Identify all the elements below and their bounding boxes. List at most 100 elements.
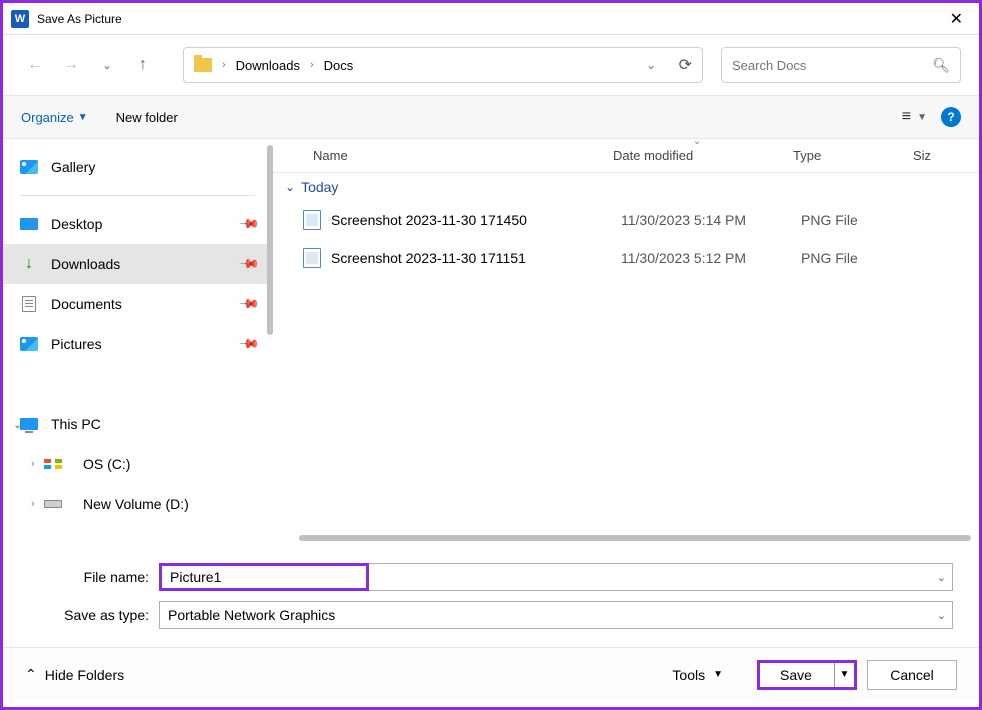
drive-icon (44, 500, 62, 508)
organize-button[interactable]: Organize ▼ (21, 110, 88, 125)
back-button[interactable]: ← (21, 51, 49, 79)
file-icon (303, 210, 321, 230)
help-button[interactable]: ? (941, 107, 961, 127)
file-name-label: File name: (29, 569, 159, 585)
cancel-label: Cancel (890, 667, 934, 683)
chevron-up-icon: ⌃ (25, 666, 37, 683)
save-button[interactable]: Save ▼ (757, 660, 857, 690)
window-title: Save As Picture (37, 12, 942, 26)
hide-folders-button[interactable]: ⌃ Hide Folders (25, 666, 124, 683)
pin-icon: 📌 (238, 333, 261, 356)
column-name[interactable]: Name (313, 148, 613, 163)
group-label: Today (301, 179, 338, 195)
chevron-down-icon: ▼ (78, 112, 88, 123)
sidebar-item-label: OS (C:) (83, 456, 130, 472)
pin-icon: 📌 (238, 293, 261, 316)
close-button[interactable]: ✕ (942, 9, 971, 29)
file-name-value: Picture1 (170, 569, 221, 585)
expand-icon[interactable]: › (31, 498, 35, 510)
sidebar-item-documents[interactable]: Documents 📌 (3, 284, 273, 324)
column-type[interactable]: Type (793, 148, 913, 163)
refresh-button[interactable]: ⟳ (679, 55, 692, 75)
search-box[interactable]: 🔍︎ (721, 47, 961, 83)
save-as-type-label: Save as type: (29, 607, 159, 623)
file-name-input-extend[interactable]: ⌄ (369, 563, 953, 591)
breadcrumb-separator: › (222, 59, 226, 71)
sidebar-item-label: New Volume (D:) (83, 496, 189, 512)
navigation-bar: ← → ⌄ ↑ › Downloads › Docs ⌄ ⟳ 🔍︎ (3, 35, 979, 95)
form-area: File name: Picture1 ⌄ Save as type: Port… (3, 549, 979, 647)
sidebar-separator (21, 195, 255, 196)
view-mode-button[interactable]: ≡ ▼ (902, 108, 927, 126)
save-split-dropdown[interactable]: ▼ (834, 663, 854, 687)
sidebar-item-label: Gallery (51, 159, 95, 175)
collapse-icon: ⌄ (285, 180, 295, 194)
toolbar: Organize ▼ New folder ≡ ▼ ? (3, 95, 979, 139)
file-date: 11/30/2023 5:14 PM (621, 212, 801, 228)
titlebar: W Save As Picture ✕ (3, 3, 979, 35)
sidebar-item-drive-d[interactable]: › New Volume (D:) (3, 484, 273, 524)
sidebar-item-label: Pictures (51, 336, 102, 352)
chevron-down-icon[interactable]: ⌄ (937, 609, 946, 622)
breadcrumb-separator: › (310, 59, 314, 71)
pictures-icon (20, 337, 38, 351)
forward-button[interactable]: → (57, 51, 85, 79)
sidebar-item-downloads[interactable]: ↓ Downloads 📌 (3, 244, 273, 284)
gallery-icon (20, 160, 38, 174)
sidebar-item-label: Documents (51, 296, 122, 312)
sidebar: Gallery Desktop 📌 ↓ Downloads 📌 Document… (3, 139, 273, 549)
tools-dropdown[interactable]: Tools ▼ (672, 667, 723, 683)
address-dropdown[interactable]: ⌄ (646, 57, 657, 73)
new-folder-button[interactable]: New folder (116, 110, 178, 125)
search-input[interactable] (732, 58, 932, 73)
file-type: PNG File (801, 250, 921, 266)
sidebar-item-gallery[interactable]: Gallery (3, 147, 273, 187)
sidebar-item-this-pc[interactable]: ⌄ This PC (3, 404, 273, 444)
save-as-type-row: Save as type: Portable Network Graphics … (29, 601, 953, 629)
sidebar-item-label: This PC (51, 416, 101, 432)
search-icon: 🔍︎ (932, 57, 950, 74)
pin-icon: 📌 (238, 253, 261, 276)
file-date: 11/30/2023 5:12 PM (621, 250, 801, 266)
breadcrumb-downloads[interactable]: Downloads (236, 58, 300, 73)
column-date[interactable]: Date modified (613, 148, 793, 163)
sidebar-item-label: Downloads (51, 256, 120, 272)
breadcrumb-docs[interactable]: Docs (324, 58, 354, 73)
sidebar-item-label: Desktop (51, 216, 102, 232)
folder-icon (194, 58, 212, 72)
file-row[interactable]: Screenshot 2023-11-30 171151 11/30/2023 … (273, 239, 979, 277)
file-name-input[interactable]: Picture1 (159, 563, 369, 591)
recent-dropdown[interactable]: ⌄ (93, 51, 121, 79)
organize-label: Organize (21, 110, 74, 125)
up-button[interactable]: ↑ (129, 51, 157, 79)
drive-icon (44, 459, 62, 469)
save-label: Save (780, 667, 812, 683)
file-name: Screenshot 2023-11-30 171151 (331, 250, 621, 266)
cancel-button[interactable]: Cancel (867, 660, 957, 690)
address-bar[interactable]: › Downloads › Docs ⌄ ⟳ (183, 47, 703, 83)
file-name-row: File name: Picture1 ⌄ (29, 563, 953, 591)
file-type: PNG File (801, 212, 921, 228)
column-headers: Name Date modified Type Siz (273, 139, 979, 173)
expand-icon[interactable]: › (31, 458, 35, 470)
bottom-bar: ⌃ Hide Folders Tools ▼ Save ▼ Cancel (3, 647, 979, 701)
file-row[interactable]: Screenshot 2023-11-30 171450 11/30/2023 … (273, 201, 979, 239)
sidebar-item-drive-c[interactable]: › OS (C:) (3, 444, 273, 484)
tools-label: Tools (672, 667, 705, 683)
sidebar-item-desktop[interactable]: Desktop 📌 (3, 204, 273, 244)
column-size[interactable]: Siz (913, 148, 931, 163)
file-icon (303, 248, 321, 268)
hide-folders-label: Hide Folders (45, 667, 124, 683)
file-list-scrollbar[interactable] (299, 535, 971, 541)
group-header-today[interactable]: ⌄ Today (273, 173, 979, 201)
desktop-icon (20, 218, 38, 230)
file-list-pane: ⌄ Name Date modified Type Siz ⌄ Today Sc… (273, 139, 979, 549)
chevron-down-icon[interactable]: ⌄ (937, 571, 946, 584)
downloads-icon: ↓ (19, 256, 39, 272)
content-area: Gallery Desktop 📌 ↓ Downloads 📌 Document… (3, 139, 979, 549)
sidebar-item-pictures[interactable]: Pictures 📌 (3, 324, 273, 364)
chevron-down-icon: ▼ (713, 669, 723, 680)
save-as-type-select[interactable]: Portable Network Graphics ⌄ (159, 601, 953, 629)
pc-icon (20, 418, 38, 430)
pin-icon: 📌 (238, 213, 261, 236)
